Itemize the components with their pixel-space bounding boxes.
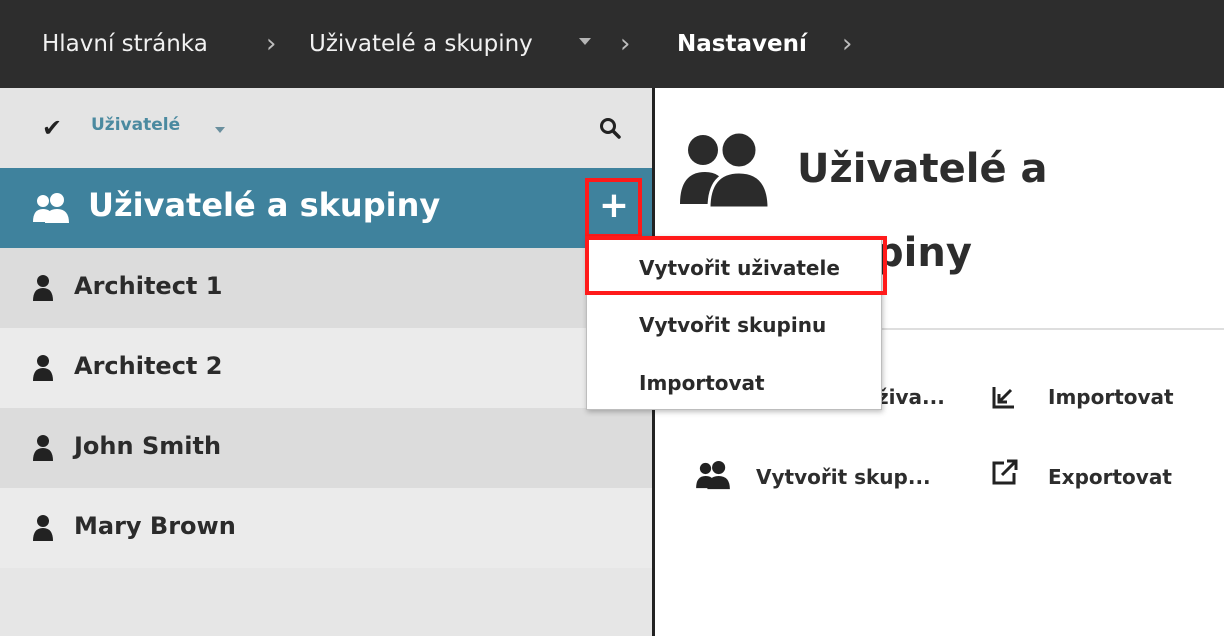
group-title: Uživatelé a skupiny bbox=[88, 186, 441, 224]
list-item[interactable]: Architect 2 bbox=[0, 328, 652, 408]
chevron-down-icon[interactable] bbox=[579, 38, 591, 45]
list-item[interactable]: John Smith bbox=[0, 408, 652, 488]
breadcrumb: Hlavní stránka › Uživatelé a skupiny › N… bbox=[0, 0, 1224, 88]
filter-dropdown[interactable]: Uživatelé bbox=[91, 115, 180, 135]
export-action[interactable]: Exportovat bbox=[1048, 465, 1172, 489]
menu-item-create-group[interactable]: Vytvořit skupinu bbox=[639, 313, 826, 337]
user-name: Architect 2 bbox=[74, 352, 223, 380]
list-item[interactable]: Mary Brown bbox=[0, 488, 652, 568]
create-user-action[interactable]: živa... bbox=[877, 385, 945, 409]
highlight-box bbox=[585, 236, 887, 295]
users-group-icon bbox=[696, 460, 730, 490]
user-icon bbox=[33, 435, 53, 461]
import-icon bbox=[992, 387, 1014, 409]
user-name: Architect 1 bbox=[74, 272, 223, 300]
user-icon bbox=[33, 515, 53, 541]
user-name: Mary Brown bbox=[74, 512, 236, 540]
user-icon bbox=[33, 275, 53, 301]
user-icon bbox=[33, 355, 53, 381]
chevron-down-icon[interactable] bbox=[215, 127, 225, 133]
page-title-continued: piny bbox=[875, 230, 972, 276]
user-name: John Smith bbox=[74, 432, 222, 460]
users-group-icon bbox=[680, 130, 771, 208]
search-icon[interactable] bbox=[598, 116, 622, 140]
breadcrumb-settings[interactable]: Nastavení bbox=[677, 0, 807, 88]
page-title: Uživatelé a bbox=[797, 146, 1048, 192]
menu-item-import[interactable]: Importovat bbox=[639, 371, 765, 395]
import-action[interactable]: Importovat bbox=[1048, 385, 1174, 409]
filter-row: ✔ Uživatelé bbox=[0, 88, 652, 168]
export-icon bbox=[992, 459, 1018, 485]
chevron-right-icon: › bbox=[620, 29, 631, 59]
group-header[interactable]: Uživatelé a skupiny + bbox=[0, 168, 652, 248]
highlight-box bbox=[585, 178, 642, 238]
chevron-right-icon: › bbox=[842, 29, 853, 59]
breadcrumb-home[interactable]: Hlavní stránka bbox=[42, 0, 208, 88]
users-group-icon bbox=[33, 193, 69, 223]
check-icon: ✔ bbox=[42, 114, 63, 142]
create-group-action[interactable]: Vytvořit skup... bbox=[756, 465, 931, 489]
users-sidebar: ✔ Uživatelé Uživatelé a skupiny + Archit… bbox=[0, 88, 652, 636]
list-item[interactable]: Architect 1 bbox=[0, 248, 652, 328]
breadcrumb-users-groups[interactable]: Uživatelé a skupiny bbox=[309, 0, 533, 88]
chevron-right-icon: › bbox=[266, 29, 277, 59]
